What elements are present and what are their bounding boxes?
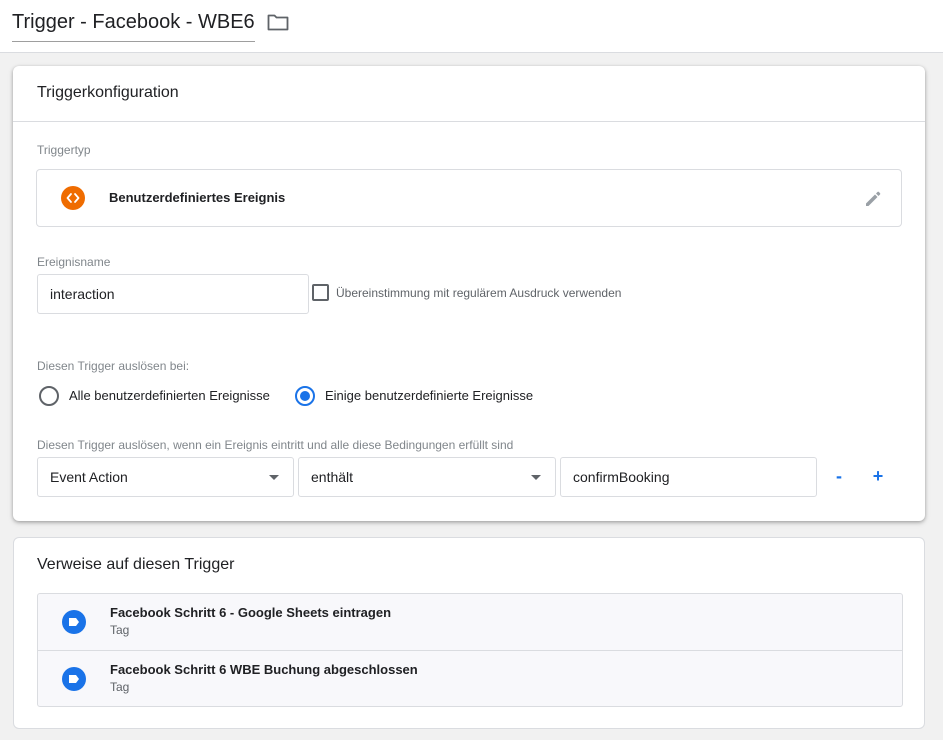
condition-operator-value: enthält [311,469,354,485]
radio-some-events[interactable] [295,386,315,406]
regex-checkbox[interactable] [312,284,329,301]
tag-icon [62,667,86,691]
condition-variable-value: Event Action [50,469,128,485]
radio-all-events[interactable] [39,386,59,406]
eventname-label: Ereignisname [37,255,111,269]
chevron-down-icon [531,475,541,480]
fire-on-label: Diesen Trigger auslösen bei: [37,359,190,373]
radio-all-events-label: Alle benutzerdefinierten Ereignisse [69,388,270,403]
trigger-config-card: Triggerkonfiguration Triggertyp Benutzer… [13,66,925,521]
list-item[interactable]: Facebook Schritt 6 - Google Sheets eintr… [38,594,902,650]
tag-icon [62,610,86,634]
references-title: Verweise auf diesen Trigger [37,556,235,573]
references-list: Facebook Schritt 6 - Google Sheets eintr… [37,593,903,707]
eventname-input[interactable]: interaction [37,274,309,314]
chevron-down-icon [269,475,279,480]
triggertype-value: Benutzerdefiniertes Ereignis [109,190,286,205]
pencil-icon[interactable] [863,189,883,209]
trigger-config-title: Triggerkonfiguration [37,84,179,101]
reference-type: Tag [110,623,130,637]
add-condition-button[interactable]: + [868,466,888,486]
top-bar: Trigger - Facebook - WBE6 [0,0,943,53]
regex-checkbox-label: Übereinstimmung mit regulärem Ausdruck v… [336,286,622,300]
triggertype-label: Triggertyp [37,143,91,157]
remove-condition-button[interactable]: - [829,466,849,486]
reference-type: Tag [110,680,130,694]
reference-title: Facebook Schritt 6 - Google Sheets eintr… [110,605,392,620]
condition-operator-select[interactable]: enthält [298,457,556,497]
code-brackets-icon [61,186,85,210]
condition-value-input[interactable]: confirmBooking [560,457,817,497]
radio-some-events-label: Einige benutzerdefinierte Ereignisse [325,388,534,403]
reference-title: Facebook Schritt 6 WBE Buchung abgeschlo… [110,662,418,677]
references-card: Verweise auf diesen Trigger Facebook Sch… [13,537,925,729]
trigger-title-input[interactable]: Trigger - Facebook - WBE6 [12,9,255,42]
list-item[interactable]: Facebook Schritt 6 WBE Buchung abgeschlo… [38,650,902,706]
trigger-config-header: Triggerkonfiguration [13,66,925,122]
folder-icon[interactable] [267,13,289,31]
condition-variable-select[interactable]: Event Action [37,457,294,497]
triggertype-selector[interactable]: Benutzerdefiniertes Ereignis [36,169,902,227]
conditions-label: Diesen Trigger auslösen, wenn ein Ereign… [37,438,514,452]
